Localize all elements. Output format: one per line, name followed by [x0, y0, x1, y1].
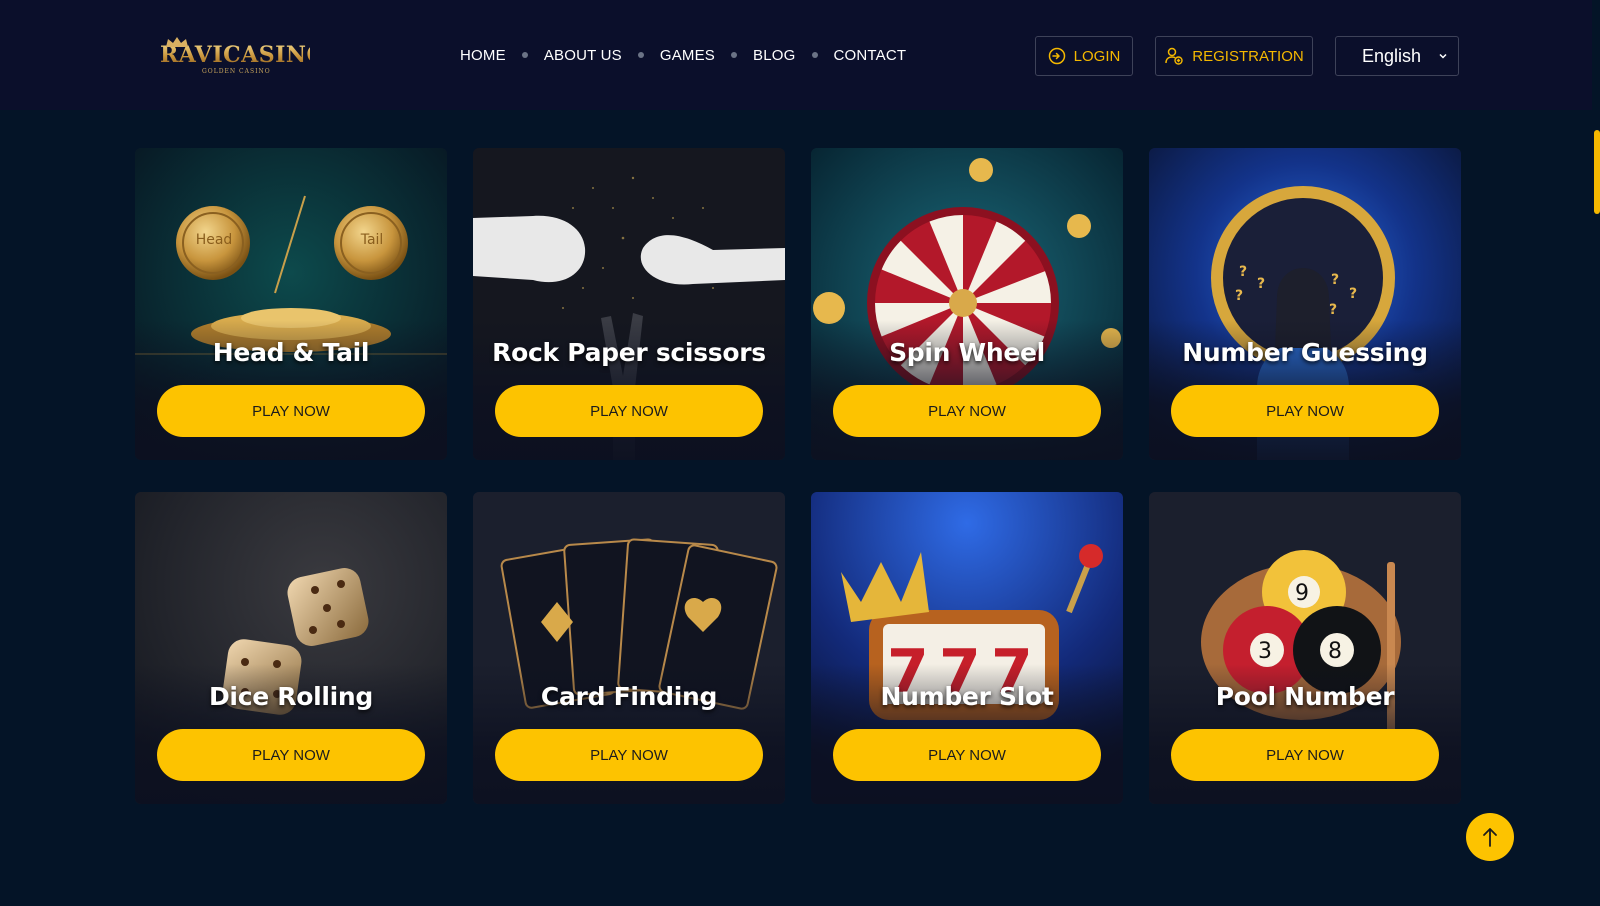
game-title: Spin Wheel — [889, 338, 1045, 367]
game-card-head-tail: Head Tail Head & Tail PLAY NOW — [135, 148, 447, 460]
games-grid: Head Tail Head & Tail PLAY NOW Rock Pape… — [135, 148, 1461, 804]
play-now-button[interactable]: PLAY NOW — [495, 385, 763, 437]
game-card-pool-number: 9 3 8 Pool Number PLAY NOW — [1149, 492, 1461, 804]
game-card-card-finding: Card Finding PLAY NOW — [473, 492, 785, 804]
play-now-button[interactable]: PLAY NOW — [157, 729, 425, 781]
game-card-number-slot: 777 Number Slot PLAY NOW — [811, 492, 1123, 804]
play-now-button[interactable]: PLAY NOW — [1171, 385, 1439, 437]
nav-separator — [811, 52, 818, 58]
game-title: Card Finding — [540, 682, 718, 711]
arrow-up-icon — [1483, 828, 1497, 847]
chevron-down-icon — [1439, 53, 1447, 59]
registration-label: REGISTRATION — [1192, 47, 1304, 65]
game-card-spin-wheel: Spin Wheel PLAY NOW — [811, 148, 1123, 460]
nav-separator — [521, 52, 528, 58]
site-header: RAVICASINO GOLDEN CASINO HOME ABOUT US G… — [0, 0, 1592, 110]
scroll-to-top-button[interactable] — [1466, 813, 1514, 861]
nav-item-about-us[interactable]: ABOUT US — [544, 47, 622, 64]
main-nav: HOME ABOUT US GAMES BLOG CONTACT — [460, 44, 906, 66]
game-title: Number Guessing — [1182, 338, 1428, 367]
nav-item-home[interactable]: HOME — [460, 47, 506, 64]
scrollbar-thumb[interactable] — [1594, 130, 1600, 214]
nav-item-contact[interactable]: CONTACT — [834, 47, 907, 64]
language-select[interactable]: English — [1335, 36, 1459, 76]
login-label: LOGIN — [1073, 47, 1121, 65]
login-button[interactable]: LOGIN — [1035, 36, 1133, 76]
brand-logo[interactable]: RAVICASINO GOLDEN CASINO — [160, 36, 326, 82]
svg-text:?: ? — [1329, 302, 1337, 318]
game-title: Number Slot — [880, 682, 1054, 711]
play-now-button[interactable]: PLAY NOW — [1171, 729, 1439, 781]
registration-button[interactable]: REGISTRATION — [1155, 36, 1313, 76]
svg-text:8: 8 — [1328, 639, 1342, 664]
svg-text:9: 9 — [1295, 581, 1309, 606]
language-value: English — [1362, 45, 1422, 66]
game-title: Rock Paper scissors — [492, 338, 766, 367]
svg-text:?: ? — [1239, 264, 1247, 280]
nav-separator — [637, 52, 644, 58]
game-card-rock-paper-scissors: Rock Paper scissors PLAY NOW — [473, 148, 785, 460]
game-title: Dice Rolling — [208, 682, 374, 711]
svg-text:?: ? — [1349, 286, 1357, 302]
nav-item-blog[interactable]: BLOG — [753, 47, 795, 64]
game-title: Pool Number — [1215, 682, 1395, 711]
game-card-dice-rolling: Dice Rolling PLAY NOW — [135, 492, 447, 804]
play-now-button[interactable]: PLAY NOW — [495, 729, 763, 781]
crown-icon — [166, 37, 188, 47]
coin-tail-label: Tail — [360, 232, 384, 248]
nav-separator — [731, 52, 738, 58]
play-now-button[interactable]: PLAY NOW — [833, 729, 1101, 781]
svg-text:?: ? — [1331, 272, 1339, 288]
svg-text:?: ? — [1235, 288, 1243, 304]
user-add-icon — [1165, 47, 1183, 65]
play-now-button[interactable]: PLAY NOW — [833, 385, 1101, 437]
login-icon — [1048, 47, 1065, 65]
nav-item-games[interactable]: GAMES — [660, 47, 715, 64]
svg-text:?: ? — [1257, 276, 1265, 292]
coin-head-label: Head — [195, 232, 233, 248]
svg-text:3: 3 — [1258, 639, 1272, 664]
brand-tagline: GOLDEN CASINO — [202, 68, 271, 75]
play-now-button[interactable]: PLAY NOW — [157, 385, 425, 437]
game-card-number-guessing: ??? ??? Number Guessing PLAY NOW — [1149, 148, 1461, 460]
game-title: Head & Tail — [212, 338, 370, 367]
